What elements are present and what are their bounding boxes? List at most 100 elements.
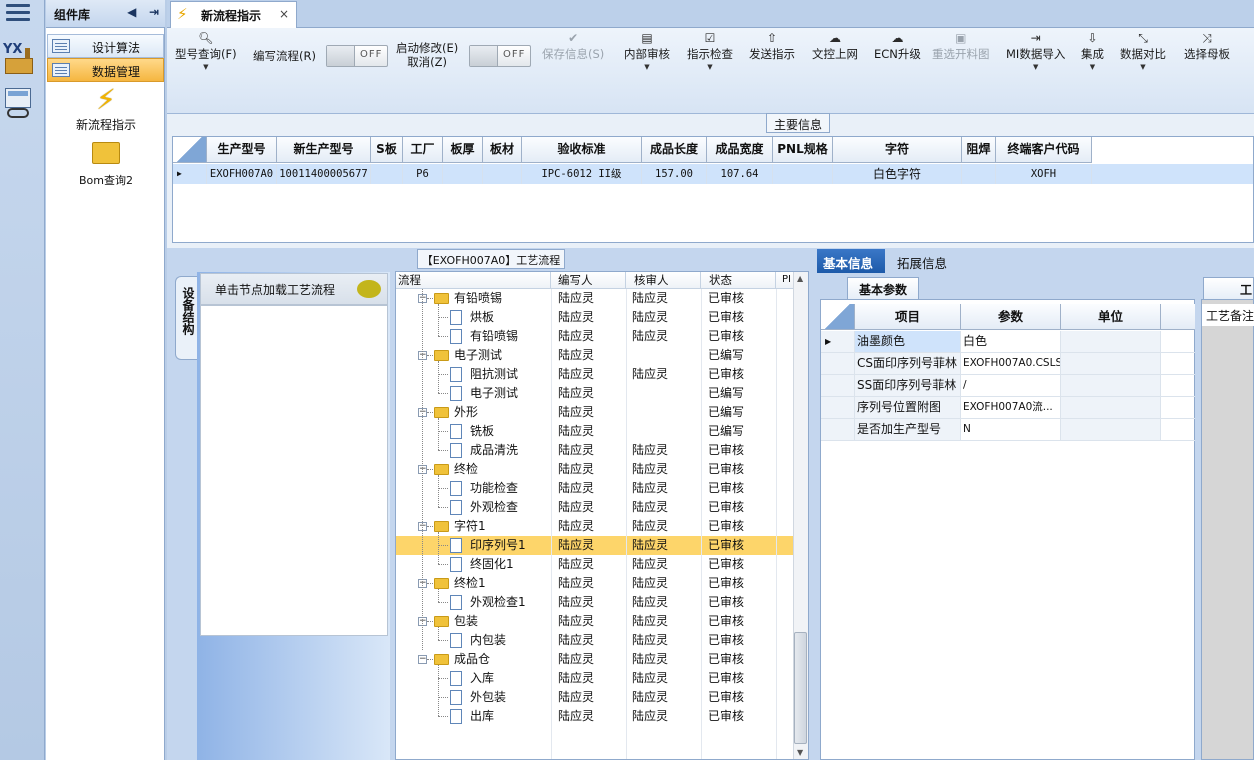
- model-query-button[interactable]: 🔍︎ 型号查询(F) ▼: [175, 30, 237, 72]
- tree-row[interactable]: 外观检查 陆应灵 陆应灵 已审核: [396, 498, 794, 517]
- tab-new-process[interactable]: ⚡ 新流程指示 ×: [170, 1, 297, 28]
- tab-equipment-structure[interactable]: 设备结构: [175, 276, 197, 360]
- param-value[interactable]: 白色: [961, 331, 1061, 352]
- calculator-icon[interactable]: [5, 88, 33, 120]
- param-unit[interactable]: [1061, 331, 1161, 352]
- write-process-toggle[interactable]: OFF: [326, 45, 388, 67]
- col-header[interactable]: 参数: [961, 304, 1061, 330]
- category-design-algorithm[interactable]: 设计算法: [47, 34, 164, 58]
- table-cell[interactable]: [371, 164, 403, 184]
- col-header[interactable]: 状态: [701, 272, 776, 289]
- tree-row[interactable]: − 电子测试 陆应灵 已编写: [396, 346, 794, 365]
- col-header[interactable]: PI: [776, 272, 794, 289]
- table-cell[interactable]: [443, 164, 483, 184]
- instruction-check-button[interactable]: ☑ 指示检查 ▼: [687, 30, 733, 72]
- scroll-down-icon[interactable]: ▼: [797, 748, 803, 757]
- table-cell[interactable]: [773, 164, 833, 184]
- tab-extended-info[interactable]: 拓展信息: [891, 249, 957, 273]
- col-header[interactable]: 验收标准: [522, 137, 642, 163]
- param-row[interactable]: SS面印序列号菲林 /: [821, 375, 1195, 397]
- col-header[interactable]: PNL规格: [773, 137, 833, 163]
- col-header[interactable]: 单位: [1061, 304, 1161, 330]
- col-header[interactable]: 成品宽度: [707, 137, 773, 163]
- param-row[interactable]: CS面印序列号菲林 EXOFH007A0.CSLSH: [821, 353, 1195, 375]
- col-header[interactable]: 编写人: [551, 272, 626, 289]
- factory-yx-icon[interactable]: YX: [3, 42, 35, 76]
- col-header[interactable]: 阻焊: [962, 137, 996, 163]
- param-unit[interactable]: [1061, 353, 1161, 374]
- tree-scroll-thumb[interactable]: [794, 632, 807, 744]
- dock-icon[interactable]: ⇥: [149, 5, 159, 19]
- table-cell[interactable]: [483, 164, 522, 184]
- col-header[interactable]: 流程: [396, 272, 551, 289]
- param-value[interactable]: EXOFH007A0流...: [961, 397, 1061, 418]
- param-unit[interactable]: [1061, 375, 1161, 396]
- col-header[interactable]: 新生产型号: [277, 137, 371, 163]
- select-motherboard-button[interactable]: ⤨ 选择母板: [1184, 30, 1230, 62]
- col-header[interactable]: 工厂: [403, 137, 443, 163]
- tab-basic-info[interactable]: 基本信息: [817, 249, 885, 273]
- tree-row[interactable]: 出库 陆应灵 陆应灵 已审核: [396, 707, 794, 726]
- select-all-corner[interactable]: [821, 304, 855, 330]
- col-header[interactable]: 生产型号: [207, 137, 277, 163]
- param-row[interactable]: ▶ 油墨颜色 白色: [821, 331, 1195, 353]
- select-all-corner[interactable]: [173, 137, 207, 163]
- publish-doc-button[interactable]: ☁ 文控上网: [812, 30, 858, 62]
- send-instruction-button[interactable]: ⇧ 发送指示: [749, 30, 795, 62]
- tree-row[interactable]: − 有铅喷锡 陆应灵 陆应灵 已审核: [396, 289, 794, 308]
- tree-row[interactable]: 成品清洗 陆应灵 陆应灵 已审核: [396, 441, 794, 460]
- table-cell[interactable]: [962, 164, 996, 184]
- collapse-left-icon[interactable]: ◀: [127, 5, 136, 19]
- param-row[interactable]: 是否加生产型号 N: [821, 419, 1195, 441]
- tree-row[interactable]: 内包装 陆应灵 陆应灵 已审核: [396, 631, 794, 650]
- tab-process[interactable]: 工: [1203, 277, 1254, 299]
- tree-row[interactable]: − 外形 陆应灵 已编写: [396, 403, 794, 422]
- tree-row[interactable]: − 包装 陆应灵 陆应灵 已审核: [396, 612, 794, 631]
- tree-row[interactable]: − 终检1 陆应灵 陆应灵 已审核: [396, 574, 794, 593]
- internal-review-button[interactable]: ▤ 内部审核 ▼: [624, 30, 670, 72]
- table-cell[interactable]: 157.00: [642, 164, 707, 184]
- table-cell[interactable]: 白色字符: [833, 164, 962, 184]
- tree-row[interactable]: − 字符1 陆应灵 陆应灵 已审核: [396, 517, 794, 536]
- collapse-icon[interactable]: −: [418, 655, 427, 664]
- table-cell[interactable]: EXOFH007A0: [207, 164, 277, 184]
- tool-bom-query[interactable]: Bom查询2: [66, 142, 146, 188]
- save-info-button[interactable]: ✔ 保存信息(S): [542, 30, 604, 62]
- tree-row[interactable]: 功能检查 陆应灵 陆应灵 已审核: [396, 479, 794, 498]
- param-value[interactable]: N: [961, 419, 1061, 440]
- tool-new-process[interactable]: ⚡ 新流程指示: [66, 84, 146, 133]
- tab-basic-params[interactable]: 基本参数: [847, 277, 919, 299]
- data-compare-button[interactable]: ⤡ 数据对比 ▼: [1120, 30, 1166, 72]
- menu-icon[interactable]: [6, 4, 30, 24]
- col-header[interactable]: 终端客户代码: [996, 137, 1092, 163]
- table-cell[interactable]: IPC-6012 II级: [522, 164, 642, 184]
- tree-row[interactable]: 电子测试 陆应灵 已编写: [396, 384, 794, 403]
- mi-import-button[interactable]: ⇥ MI数据导入 ▼: [1006, 30, 1065, 72]
- col-header[interactable]: 板厚: [443, 137, 483, 163]
- param-unit[interactable]: [1061, 397, 1161, 418]
- col-header[interactable]: 成品长度: [642, 137, 707, 163]
- scroll-up-icon[interactable]: ▲: [797, 274, 803, 283]
- table-cell[interactable]: P6: [403, 164, 443, 184]
- table-cell[interactable]: XOFH: [996, 164, 1092, 184]
- tree-row[interactable]: 外包装 陆应灵 陆应灵 已审核: [396, 688, 794, 707]
- table-cell[interactable]: 107.64: [707, 164, 773, 184]
- col-header[interactable]: 字符: [833, 137, 962, 163]
- category-data-management[interactable]: 数据管理: [47, 58, 164, 82]
- tree-row[interactable]: 外观检查1 陆应灵 陆应灵 已审核: [396, 593, 794, 612]
- param-row[interactable]: 序列号位置附图 EXOFH007A0流...: [821, 397, 1195, 419]
- chat-bubble-icon[interactable]: [357, 280, 381, 298]
- col-header[interactable]: 项目: [855, 304, 961, 330]
- close-icon[interactable]: ×: [279, 7, 289, 21]
- param-value[interactable]: /: [961, 375, 1061, 396]
- tree-row[interactable]: − 成品仓 陆应灵 陆应灵 已审核: [396, 650, 794, 669]
- col-header[interactable]: 板材: [483, 137, 522, 163]
- tree-row[interactable]: − 终检 陆应灵 陆应灵 已审核: [396, 460, 794, 479]
- tree-row[interactable]: 烘板 陆应灵 陆应灵 已审核: [396, 308, 794, 327]
- reselect-cutting-button[interactable]: ▣ 重选开料图: [932, 30, 990, 62]
- param-unit[interactable]: [1061, 419, 1161, 440]
- ecn-upgrade-button[interactable]: ☁ ECN升级: [874, 30, 921, 62]
- tree-row[interactable]: 终固化1 陆应灵 陆应灵 已审核: [396, 555, 794, 574]
- table-cell[interactable]: 10011400005677: [277, 164, 371, 184]
- tree-row[interactable]: 铣板 陆应灵 已编写: [396, 422, 794, 441]
